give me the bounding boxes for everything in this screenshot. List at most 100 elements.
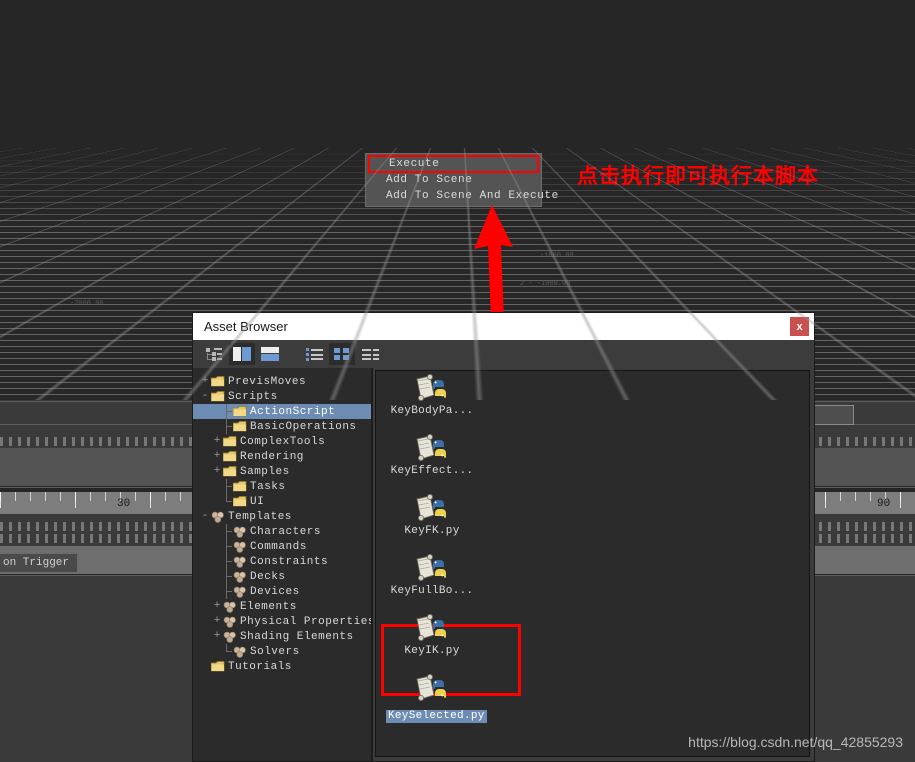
tree-item-devices[interactable]: Devices [193, 584, 371, 599]
file-item[interactable]: KeyEffect... [386, 431, 478, 478]
tree-item-label: Samples [240, 465, 290, 478]
viewport-widget-box[interactable] [812, 405, 854, 425]
tree-item-label: Constraints [250, 555, 329, 568]
tree-item-prevismoves[interactable]: + PrevisMoves [193, 374, 371, 389]
tree-item-label: Scripts [228, 390, 278, 403]
tree-guide-line [223, 494, 233, 509]
expand-icon[interactable]: + [211, 466, 223, 477]
file-item[interactable]: KeyFullBo... [386, 551, 478, 598]
tree-item-actionscript[interactable]: ActionScript [193, 404, 371, 419]
window-body: + PrevisMoves - Scripts ActionScript BasicOpe… [193, 368, 814, 761]
file-item[interactable]: KeySelected.py [386, 671, 487, 723]
context-menu-item-execute[interactable]: Execute [368, 155, 539, 173]
context-menu-item-add-to-scene[interactable]: Add To Scene [366, 172, 541, 188]
folder-icon [222, 465, 237, 478]
split-vertical-icon[interactable] [229, 343, 255, 365]
tree-item-label: Decks [250, 570, 286, 583]
grid-view-icon[interactable] [329, 343, 355, 365]
tree-item-characters[interactable]: Characters [193, 524, 371, 539]
expand-icon[interactable]: + [211, 601, 223, 612]
on-trigger-tab[interactable]: on Trigger [0, 553, 79, 573]
screen-root: -2000.00 -1000.00 2 - -1000.00 30 90 on … [0, 0, 915, 762]
tree-item-physical-properties[interactable]: + Physical Properties [193, 614, 371, 629]
ruler-label-right: 90 [877, 498, 891, 510]
folder-icon [232, 480, 247, 493]
folder-icon [210, 660, 225, 673]
tree-item-elements[interactable]: + Elements [193, 599, 371, 614]
tree-item-basicoperations[interactable]: BasicOperations [193, 419, 371, 434]
tree-item-label: ActionScript [250, 405, 336, 418]
python-script-icon [386, 671, 478, 705]
expand-icon[interactable]: + [199, 376, 211, 387]
details-view-icon[interactable] [357, 343, 383, 365]
tree-item-tutorials[interactable]: Tutorials [193, 659, 371, 674]
tree-item-label: Physical Properties [240, 615, 373, 628]
python-script-icon [386, 371, 478, 405]
file-item-label: KeyIK.py [404, 645, 460, 657]
tree-item-label: Templates [228, 510, 292, 523]
python-script-icon [386, 551, 478, 585]
file-item-label: KeyFullBo... [390, 585, 474, 597]
collapse-icon[interactable]: - [199, 511, 211, 522]
tree-item-label: ComplexTools [240, 435, 326, 448]
python-script-icon [386, 431, 478, 465]
expand-icon[interactable]: + [211, 631, 223, 642]
tree-guide-line [223, 404, 233, 419]
context-menu-item-add-to-scene-and-execute[interactable]: Add To Scene And Execute [366, 188, 558, 204]
asset-file-list-panel[interactable]: KeyBodyPa... KeyEffect... KeyFK.py KeyFullB… [375, 370, 810, 757]
viewport-marker: -2000.00 [70, 300, 104, 308]
asset-cluster-icon [223, 631, 237, 643]
chinese-annotation-text: 点击执行即可执行本脚本 [577, 164, 819, 188]
close-icon[interactable]: x [790, 317, 809, 336]
folder-icon [232, 405, 247, 418]
tree-item-label: Characters [250, 525, 322, 538]
file-item[interactable]: KeyBodyPa... [386, 371, 478, 418]
collapse-icon[interactable]: - [199, 391, 211, 402]
file-item-label: KeyEffect... [390, 465, 474, 477]
asset-browser-window[interactable]: Asset Browser x + PrevisMoves - Scripts … [192, 312, 815, 762]
tree-item-solvers[interactable]: Solvers [193, 644, 371, 659]
tree-item-label: Solvers [250, 645, 300, 658]
tree-guide-line [223, 584, 233, 599]
tree-item-rendering[interactable]: + Rendering [193, 449, 371, 464]
file-item-label: KeyFK.py [404, 525, 460, 537]
expand-icon[interactable]: + [211, 436, 223, 447]
tree-item-label: UI [250, 495, 265, 508]
tree-guide-line [223, 644, 233, 659]
context-menu[interactable]: Execute Add To Scene Add To Scene And Ex… [365, 153, 558, 207]
expand-icon[interactable]: + [211, 451, 223, 462]
python-script-icon [386, 611, 478, 645]
tree-item-label: PrevisMoves [228, 375, 307, 388]
tree-item-tasks[interactable]: Tasks [193, 479, 371, 494]
list-view-icon[interactable] [301, 343, 327, 365]
tree-item-templates[interactable]: - Templates [193, 509, 371, 524]
file-item-label: KeyBodyPa... [390, 405, 474, 417]
tree-item-ui[interactable]: UI [193, 494, 371, 509]
watermark-text: https://blog.csdn.net/qq_42855293 [688, 734, 903, 750]
tree-item-constraints[interactable]: Constraints [193, 554, 371, 569]
file-item-label: KeySelected.py [386, 710, 487, 723]
file-item[interactable]: KeyFK.py [386, 491, 478, 538]
window-titlebar[interactable]: Asset Browser x [193, 313, 814, 340]
asset-cluster-icon [233, 571, 247, 583]
viewport-marker: -1000.00 [540, 252, 574, 260]
tree-item-scripts[interactable]: - Scripts [193, 389, 371, 404]
expand-icon[interactable]: + [211, 616, 223, 627]
python-script-icon [386, 491, 478, 525]
split-horizontal-icon[interactable] [257, 343, 283, 365]
asset-cluster-icon [211, 511, 225, 523]
tree-item-shading-elements[interactable]: + Shading Elements [193, 629, 371, 644]
tree-item-label: Tasks [250, 480, 286, 493]
tree-item-samples[interactable]: + Samples [193, 464, 371, 479]
tree-item-label: Devices [250, 585, 300, 598]
tree-item-decks[interactable]: Decks [193, 569, 371, 584]
tree-item-commands[interactable]: Commands [193, 539, 371, 554]
tree-item-complextools[interactable]: + ComplexTools [193, 434, 371, 449]
tree-item-label: Rendering [240, 450, 304, 463]
file-item[interactable]: KeyIK.py [386, 611, 478, 658]
browser-toolbar[interactable] [193, 340, 814, 368]
asset-tree-panel[interactable]: + PrevisMoves - Scripts ActionScript BasicOpe… [193, 368, 373, 761]
tree-view-icon[interactable] [201, 343, 227, 365]
tree-guide-line [223, 539, 233, 554]
asset-cluster-icon [233, 556, 247, 568]
